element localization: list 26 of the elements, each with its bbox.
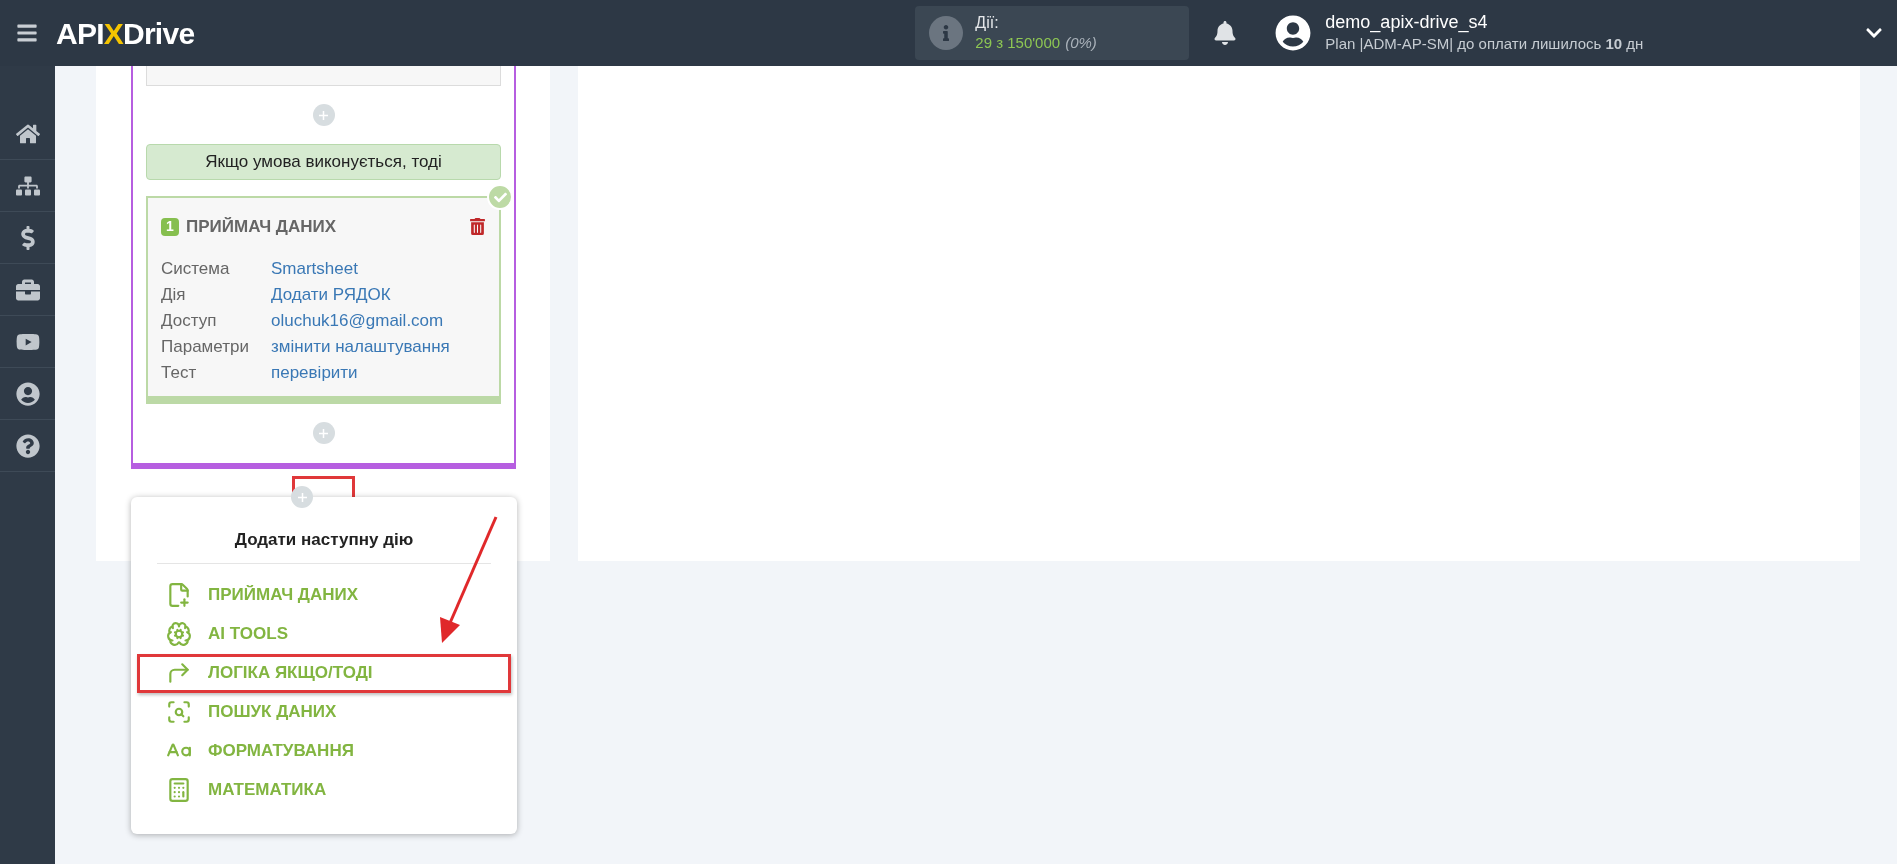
field-link[interactable]: oluchuk16@gmail.com bbox=[271, 307, 486, 334]
actions-label: Дії: bbox=[975, 13, 1000, 33]
field-link[interactable]: змінити налаштування bbox=[271, 333, 486, 360]
card-title: ПРИЙМАЧ ДАНИХ bbox=[186, 216, 337, 238]
field-link[interactable]: Smartsheet bbox=[271, 255, 486, 282]
field-label: Дія bbox=[161, 283, 187, 306]
menu-item[interactable]: ПОШУК ДАНИХ bbox=[137, 692, 511, 732]
field-label: Параметри bbox=[161, 335, 250, 358]
actions-count: 29 з 150'000 bbox=[975, 33, 1061, 53]
menu-item[interactable]: AI TOOLS bbox=[137, 614, 511, 654]
field-label: Тест bbox=[161, 361, 198, 384]
menu-item[interactable]: ФОРМАТУВАННЯ bbox=[137, 731, 511, 771]
field-link[interactable]: перевірити bbox=[271, 359, 486, 386]
field-label: Система bbox=[161, 257, 231, 280]
actions-percent: (0%) bbox=[1065, 33, 1097, 53]
menu-title: Додати наступну дію bbox=[234, 529, 414, 551]
condition-banner: Якщо умова виконується, тоді bbox=[146, 144, 501, 180]
menu-item[interactable]: ПРИЙМАЧ ДАНИХ bbox=[137, 575, 511, 615]
logo: APIXDrive bbox=[56, 15, 195, 52]
menu-item[interactable]: МАТЕМАТИКА bbox=[137, 770, 511, 810]
menu-item[interactable]: ЛОГІКА ЯКЩО/ТОДІ bbox=[137, 653, 511, 693]
field-label: Доступ bbox=[161, 309, 218, 332]
field-link[interactable]: Додати РЯДОК bbox=[271, 281, 486, 308]
plan-info: Plan |ADM-AP-SM| до оплати лишилось 10 дн bbox=[1325, 34, 1644, 54]
step-number: 1 bbox=[161, 217, 179, 236]
user-name: demo_apix-drive_s4 bbox=[1325, 12, 1489, 33]
